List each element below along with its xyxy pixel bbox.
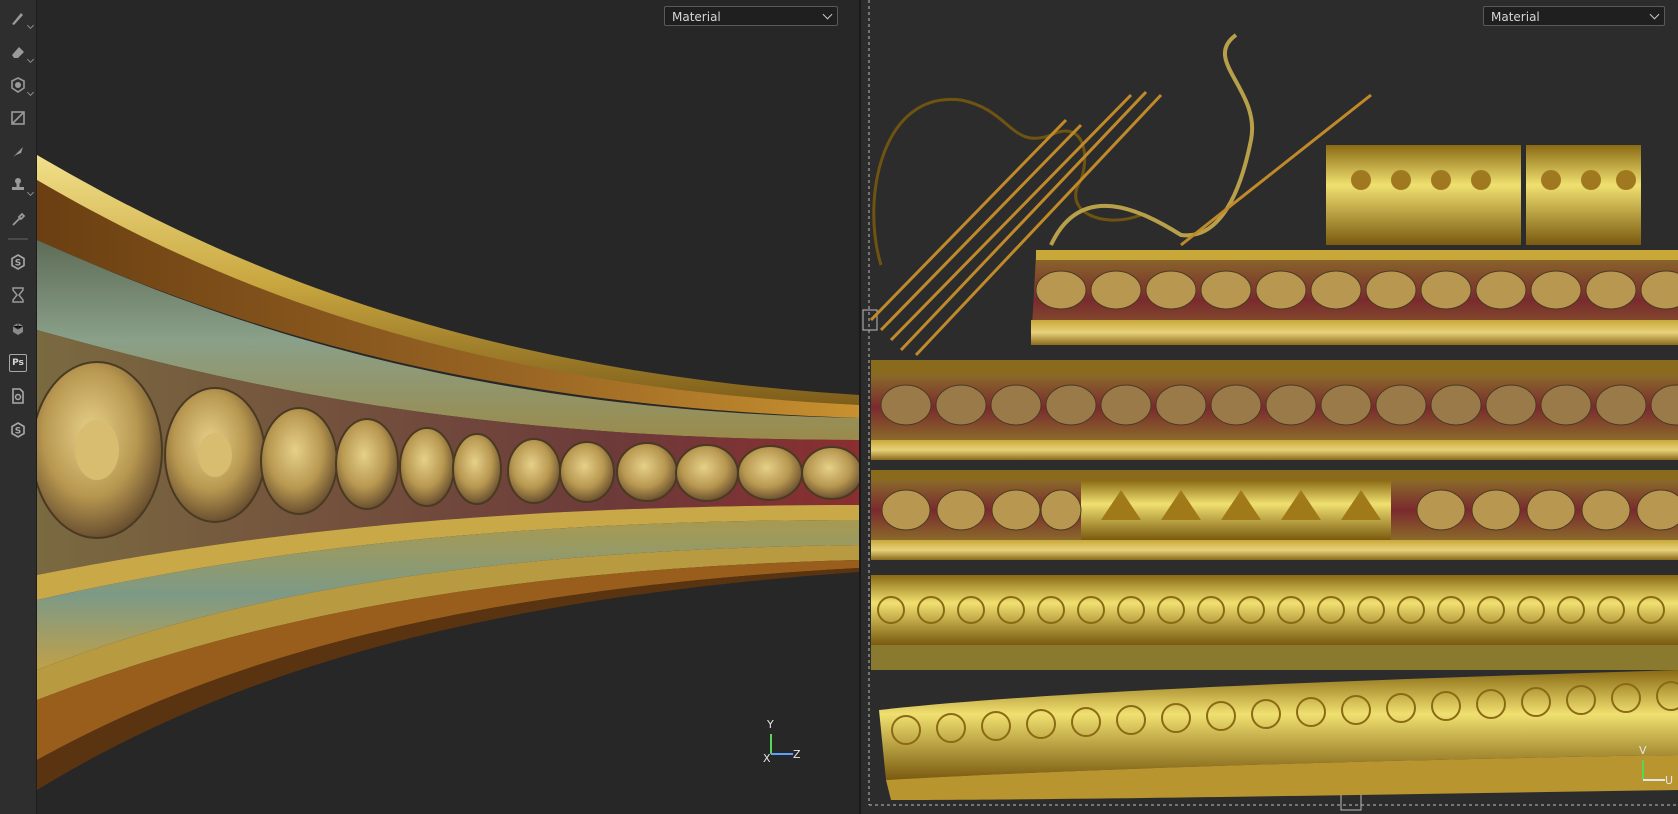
svg-text:S: S [15, 259, 21, 269]
cornice-3d-render [37, 155, 859, 790]
substance-source-icon[interactable]: S [6, 418, 30, 442]
axis-v-label-2d: V [1639, 744, 1647, 757]
axis-u-label-2d: U [1665, 774, 1674, 787]
eraser-icon[interactable] [6, 40, 35, 64]
chevron-down-icon [822, 9, 833, 20]
display-mode-select-2d[interactable]: Material [1483, 6, 1665, 26]
axis-x-label-3d: X [763, 752, 771, 765]
polygon-fill-icon[interactable] [6, 106, 30, 130]
chevron-down-icon [1649, 9, 1660, 20]
uv-layout-render [862, 0, 1678, 811]
export-document-icon[interactable] [6, 384, 30, 408]
display-mode-value-2d: Material [1491, 10, 1540, 24]
svg-text:S: S [15, 427, 21, 437]
color-picker-icon[interactable] [6, 207, 30, 231]
display-mode-value-3d: Material [672, 10, 721, 24]
display-mode-select-3d[interactable]: Material [664, 6, 838, 26]
substance-cube-icon[interactable] [6, 317, 30, 341]
viewport-2d-uv[interactable]: Material V U [861, 0, 1678, 814]
projection-icon[interactable] [6, 73, 35, 97]
axis-z-label-3d: Z [793, 748, 801, 761]
toolbar-divider [8, 238, 28, 240]
clone-stamp-icon[interactable] [6, 173, 35, 197]
viewport-3d[interactable]: Material Y X Z [37, 0, 859, 814]
axis-y-label-3d: Y [767, 718, 774, 731]
photoshop-icon[interactable]: Ps [6, 351, 30, 375]
bake-hourglass-icon[interactable] [6, 283, 30, 307]
smudge-icon[interactable] [6, 140, 30, 164]
photoshop-label: Ps [9, 354, 27, 372]
tool-sidebar: S Ps S [0, 0, 37, 814]
substance-link-icon[interactable]: S [6, 250, 30, 274]
paint-brush-icon[interactable] [6, 6, 35, 30]
